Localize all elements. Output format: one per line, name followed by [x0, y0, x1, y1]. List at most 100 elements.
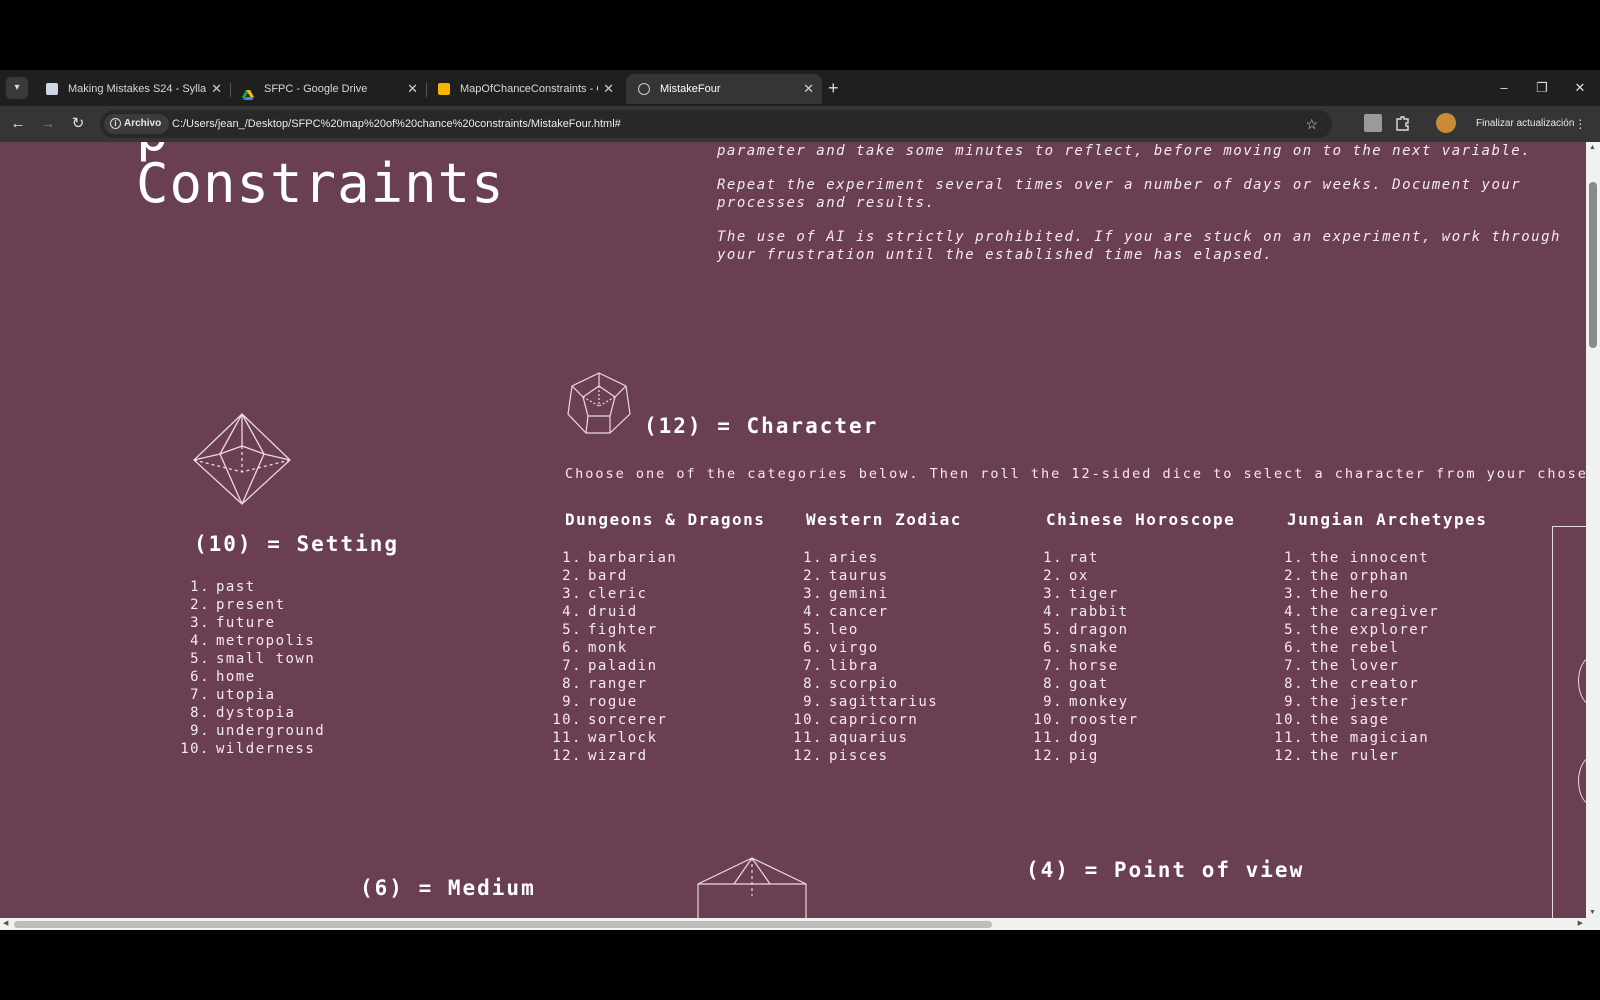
list-item-label: metropolis	[216, 633, 316, 649]
scroll-right-icon[interactable]: ▶	[1578, 919, 1583, 927]
list-item-number: 7.	[1284, 658, 1304, 674]
finish-update-button[interactable]: Finalizar actualización ⋮	[1466, 112, 1592, 136]
list-item-label: ranger	[588, 676, 648, 692]
character-title: (12) = Character	[644, 414, 879, 438]
list-item-label: the magician	[1310, 730, 1430, 746]
reload-button[interactable]: ↻	[66, 112, 90, 136]
profile-avatar[interactable]	[1436, 113, 1456, 133]
list-item-label: the hero	[1310, 586, 1390, 602]
tab-syllabus[interactable]: Making Mistakes S24 - Syllabus ✕	[34, 74, 230, 104]
list-item-number: 2.	[1284, 568, 1304, 584]
jungian-archetypes-list: 1. the innocent 2. the orphan 3. the hero 4. th…	[1274, 549, 1439, 765]
list-item: 4. the caregiver	[1274, 603, 1439, 621]
horizontal-scrollbar[interactable]: ◀ ▶	[0, 918, 1586, 930]
back-button[interactable]: ←	[6, 112, 30, 136]
character-description: Choose one of the categories below. Then…	[565, 466, 1586, 482]
list-item: 5. leo	[793, 621, 938, 639]
list-item-number: 6.	[803, 640, 823, 656]
list-item-number: 5.	[562, 622, 582, 638]
list-item-number: 2.	[562, 568, 582, 584]
list-item-number: 5.	[190, 651, 210, 667]
tab-mistake-four[interactable]: MistakeFour ✕	[626, 74, 822, 104]
list-item-number: 5.	[1284, 622, 1304, 638]
list-item: 12. pisces	[793, 747, 938, 765]
vertical-scroll-thumb[interactable]	[1589, 182, 1597, 348]
tab-close-icon[interactable]: ✕	[407, 74, 418, 104]
d6-die-icon	[694, 856, 810, 918]
list-item-label: the jester	[1310, 694, 1410, 710]
horizontal-scroll-thumb[interactable]	[14, 921, 992, 928]
list-item-label: leo	[829, 622, 859, 638]
list-item-label: warlock	[588, 730, 658, 746]
url-text[interactable]: C:/Users/jean_/Desktop/SFPC%20map%20of%2…	[172, 110, 621, 138]
list-item-label: monk	[588, 640, 628, 656]
minimize-button[interactable]: –	[1484, 74, 1524, 102]
list-item-number: 10.	[1274, 712, 1304, 728]
list-item-label: rat	[1069, 550, 1099, 566]
list-item-number: 10.	[180, 741, 210, 757]
scroll-up-icon[interactable]: ▲	[1589, 144, 1596, 151]
tab-close-icon[interactable]: ✕	[603, 74, 614, 104]
list-item-label: wilderness	[216, 741, 316, 757]
tab-close-icon[interactable]: ✕	[211, 74, 222, 104]
list-item-label: snake	[1069, 640, 1119, 656]
list-item-number: 6.	[1043, 640, 1063, 656]
list-item-number: 4.	[803, 604, 823, 620]
list-item-label: sagittarius	[829, 694, 939, 710]
slides-icon	[438, 83, 450, 95]
setting-list: 1. past 2. present 3. future 4. metropolis 5. sma…	[180, 578, 325, 758]
scroll-down-icon[interactable]: ▼	[1589, 909, 1596, 916]
tab-google-drive[interactable]: SFPC - Google Drive ✕	[230, 74, 426, 104]
list-item-label: home	[216, 669, 256, 685]
tab-title: SFPC - Google Drive	[264, 83, 368, 95]
list-item: 2. ox	[1033, 567, 1139, 585]
list-item-number: 9.	[803, 694, 823, 710]
list-item: 11. the magician	[1274, 729, 1439, 747]
list-item-number: 6.	[562, 640, 582, 656]
bookmark-star-icon[interactable]: ☆	[1305, 110, 1318, 138]
list-item-label: the ruler	[1310, 748, 1400, 764]
list-item: 3. cleric	[552, 585, 677, 603]
list-item-number: 1.	[1284, 550, 1304, 566]
list-item-label: taurus	[829, 568, 889, 584]
list-item: 10. rooster	[1033, 711, 1139, 729]
letterbox-bottom	[0, 930, 1600, 1000]
list-item-number: 7.	[1043, 658, 1063, 674]
new-tab-button[interactable]: +	[828, 76, 839, 100]
list-item-number: 9.	[190, 723, 210, 739]
list-item-number: 8.	[803, 676, 823, 692]
letterbox-top	[0, 0, 1600, 70]
list-item-label: dog	[1069, 730, 1099, 746]
address-bar[interactable]: i Archivo C:/Users/jean_/Desktop/SFPC%20…	[100, 110, 1332, 138]
list-item-label: aries	[829, 550, 879, 566]
list-item-label: dragon	[1069, 622, 1129, 638]
list-item: 9. underground	[180, 722, 325, 740]
list-item: 8. dystopia	[180, 704, 325, 722]
page-viewport: p Constraints parameter and take some mi…	[0, 142, 1586, 918]
list-item-number: 2.	[190, 597, 210, 613]
menu-kebab-icon[interactable]: ⋮	[1574, 112, 1586, 136]
tab-search-button[interactable]: ▾	[6, 77, 28, 99]
list-item: 7. utopia	[180, 686, 325, 704]
list-item: 1. aries	[793, 549, 938, 567]
scroll-left-icon[interactable]: ◀	[3, 919, 8, 927]
list-item-label: gemini	[829, 586, 889, 602]
list-item-number: 3.	[190, 615, 210, 631]
list-item-number: 9.	[1284, 694, 1304, 710]
site-info-chip[interactable]: i Archivo	[104, 114, 170, 134]
maximize-button[interactable]: ❐	[1522, 74, 1562, 102]
close-window-button[interactable]: ✕	[1560, 74, 1600, 102]
forward-button[interactable]: →	[36, 112, 60, 136]
medium-title: (6) = Medium	[360, 876, 536, 900]
list-item-number: 11.	[1033, 730, 1063, 746]
tab-close-icon[interactable]: ✕	[803, 74, 814, 104]
extensions-puzzle-icon[interactable]	[1394, 114, 1412, 132]
list-item-number: 10.	[552, 712, 582, 728]
tab-title: MapOfChanceConstraints - Goo	[460, 83, 598, 95]
tab-map-of-chance[interactable]: MapOfChanceConstraints - Goo ✕	[426, 74, 622, 104]
list-item: 4. metropolis	[180, 632, 325, 650]
vertical-scrollbar[interactable]: ▲ ▼	[1586, 142, 1600, 918]
extension-square-icon[interactable]	[1364, 114, 1382, 132]
list-item: 3. gemini	[793, 585, 938, 603]
list-item: 10. wilderness	[180, 740, 325, 758]
